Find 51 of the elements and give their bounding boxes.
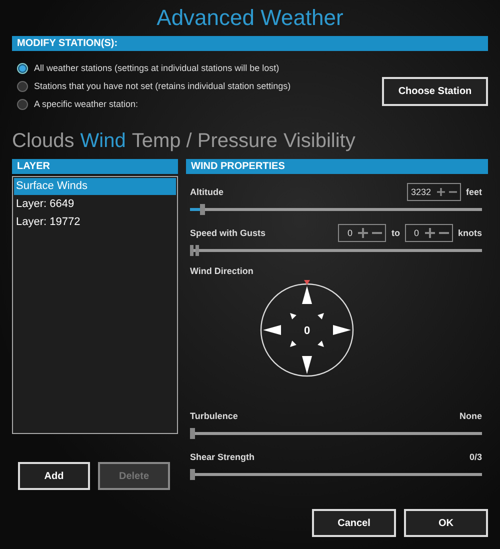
plus-icon[interactable]: [358, 228, 368, 238]
tab[interactable]: Clouds: [12, 127, 74, 155]
altitude-label: Altitude: [190, 187, 224, 197]
shear-label: Shear Strength: [190, 452, 255, 462]
arrow-icon[interactable]: [333, 325, 351, 335]
altitude-field[interactable]: 3232: [406, 183, 461, 201]
dialog-button[interactable]: OK: [404, 509, 488, 537]
radio-label: All weather stations (settings at individual stations will be lost): [34, 63, 280, 73]
radio-label: A specific weather station:: [34, 99, 138, 109]
slider-thumb[interactable]: [190, 469, 195, 480]
arrow-icon[interactable]: [290, 313, 296, 320]
arrow-icon[interactable]: [302, 286, 312, 304]
to-label: to: [391, 228, 400, 238]
shear-reading: 0/3: [469, 452, 482, 462]
arrow-icon[interactable]: [318, 340, 324, 347]
layer-item[interactable]: Surface Winds: [14, 178, 176, 195]
pointer-icon: [304, 280, 310, 285]
turbulence-label: Turbulence: [190, 411, 238, 421]
radio-label: Stations that you have not set (retains individual station settings): [34, 81, 291, 91]
layer-header: LAYER: [12, 159, 178, 174]
turbulence-reading: None: [460, 411, 482, 421]
radio-button[interactable]: [17, 98, 28, 110]
radio-button[interactable]: [17, 80, 28, 92]
tab[interactable]: Wind: [80, 127, 126, 155]
speed-label: Speed with Gusts: [190, 228, 266, 238]
plus-icon[interactable]: [424, 228, 435, 238]
wind-properties-header: WIND PROPERTIES: [186, 159, 488, 174]
layer-button[interactable]: Add: [18, 462, 90, 490]
section-header: MODIFY STATION(S):: [12, 36, 488, 51]
tab[interactable]: Temp / Pressure: [132, 127, 278, 155]
wind-direction-label: Wind Direction: [190, 266, 254, 276]
radio-button[interactable]: [17, 62, 28, 74]
slider-thumb[interactable]: [190, 428, 195, 439]
plus-icon[interactable]: [437, 187, 445, 197]
direction-value: 0: [304, 325, 310, 337]
unit-label: feet: [466, 187, 482, 197]
arrow-icon[interactable]: [263, 325, 281, 335]
max-speed-field[interactable]: 0: [404, 224, 453, 242]
choose-station-button[interactable]: Choose Station: [382, 77, 488, 106]
dialog-button[interactable]: Cancel: [312, 509, 396, 537]
window-title: Advanced Weather: [156, 4, 344, 32]
slider-thumb[interactable]: [190, 245, 199, 256]
min-speed-field[interactable]: 0: [338, 224, 386, 242]
layer-item[interactable]: Layer: 6649: [14, 196, 176, 213]
layer-item[interactable]: Layer: 19772: [14, 214, 176, 231]
arrow-icon[interactable]: [290, 340, 296, 347]
arrow-icon[interactable]: [302, 356, 312, 374]
unit-label: knots: [458, 228, 482, 238]
tab[interactable]: Visibility: [283, 127, 356, 155]
slider-thumb[interactable]: [200, 204, 205, 215]
arrow-icon[interactable]: [318, 313, 324, 320]
